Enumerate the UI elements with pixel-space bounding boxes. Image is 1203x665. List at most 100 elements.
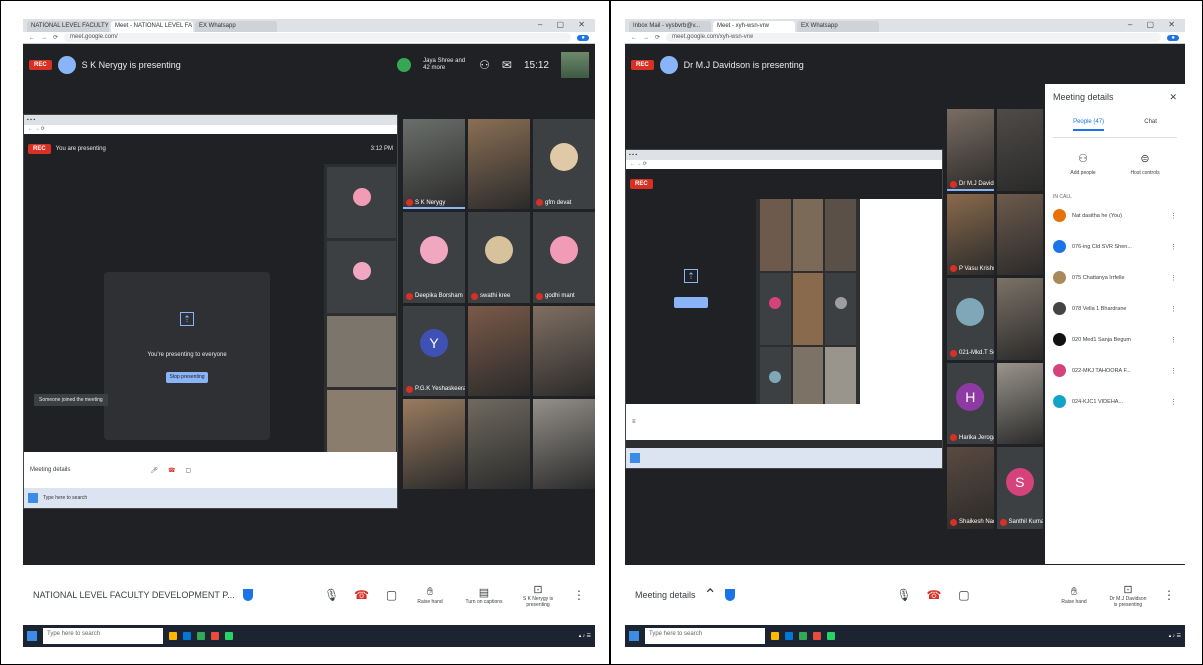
participant-tile[interactable]: P Vasu Krishna xyxy=(947,193,994,276)
host-controls-button[interactable]: ⊜ Host controls xyxy=(1130,152,1159,176)
presenting-button[interactable]: ⊡ Dr M.J Davidson is presenting xyxy=(1109,583,1147,608)
explorer-icon[interactable] xyxy=(169,632,177,640)
participant-tile[interactable] xyxy=(996,109,1043,191)
shared-mic-icon[interactable]: 🎤︎ xyxy=(150,467,158,474)
participant-tile[interactable] xyxy=(996,278,1043,360)
url-field[interactable]: meet.google.com/xyh-wsn-vrw xyxy=(666,33,1162,42)
participant-row[interactable]: 022-MKJ TAHOORA F... ⋮ xyxy=(1053,355,1177,386)
participant-row[interactable]: 078 Vella 1 Bhardrane ⋮ xyxy=(1053,293,1177,324)
more-options-icon[interactable]: ⋮ xyxy=(1170,305,1177,313)
profile-button[interactable]: ● xyxy=(1167,34,1179,41)
mic-icon[interactable]: 🎙︎ xyxy=(321,584,343,606)
edge-icon[interactable] xyxy=(183,632,191,640)
participant-row[interactable]: 020 Med1 Sanja Begum ⋮ xyxy=(1053,324,1177,355)
more-options-icon[interactable]: ⋮ xyxy=(1170,367,1177,375)
shared-camera-icon[interactable]: ▢ xyxy=(185,467,191,474)
shared-end-call-icon[interactable]: ☎ xyxy=(168,467,175,474)
whatsapp-icon[interactable] xyxy=(225,632,233,640)
shield-icon[interactable] xyxy=(242,589,253,601)
shared-meeting-details[interactable]: ≡ xyxy=(632,419,636,425)
chat-icon[interactable]: ✉ xyxy=(502,58,512,72)
whatsapp-icon[interactable] xyxy=(827,632,835,640)
participant-tile[interactable] xyxy=(468,119,530,210)
more-options-icon[interactable]: ⋮ xyxy=(1170,274,1177,282)
people-icon[interactable]: ⚇ xyxy=(479,58,490,72)
browser-tab-active[interactable]: Meet - xyh-wsn-vrw xyxy=(713,21,795,32)
forward-icon[interactable]: → xyxy=(41,35,47,41)
participant-row[interactable]: 076-ing Cld SVR Shen... ⋮ xyxy=(1053,231,1177,262)
windows-icon[interactable] xyxy=(629,631,639,641)
end-call-icon[interactable]: ☎ xyxy=(351,584,373,606)
participant-tile[interactable]: gfm devat xyxy=(533,119,595,210)
close-icon[interactable]: ✕ xyxy=(1169,92,1177,103)
meeting-title[interactable]: NATIONAL LEVEL FACULTY DEVELOPMENT P... xyxy=(33,590,235,600)
stop-presenting-button[interactable]: Stop presenting xyxy=(166,372,208,383)
back-icon[interactable]: ← xyxy=(29,35,35,41)
more-options-icon[interactable]: ⋮ xyxy=(1170,336,1177,344)
raise-hand-button[interactable]: ✋︎ Raise hand xyxy=(411,586,449,605)
participant-row[interactable]: 075 Chattanya Irrfelle ⋮ xyxy=(1053,262,1177,293)
profile-button[interactable]: ● xyxy=(577,34,589,41)
browser-tab[interactable]: NATIONAL LEVEL FACULTY DEV xyxy=(27,21,109,32)
participant-tile[interactable]: H Harika Jeroga... xyxy=(947,362,994,445)
participant-tile[interactable]: 021-Mkd.T Sed... xyxy=(947,278,994,360)
stop-presenting-button[interactable] xyxy=(674,297,708,308)
taskbar-search[interactable]: Type here to search xyxy=(43,628,163,644)
chrome-icon[interactable] xyxy=(799,632,807,640)
camera-icon[interactable]: ▢ xyxy=(953,584,975,606)
more-options-icon[interactable]: ⋮ xyxy=(1170,398,1177,406)
captions-button[interactable]: ▤ Turn on captions xyxy=(465,586,503,605)
shared-search[interactable]: Type here to search xyxy=(43,495,87,501)
participant-tile[interactable] xyxy=(533,305,595,396)
participant-tile[interactable] xyxy=(468,398,530,489)
participant-tile[interactable]: Shaikesh Nadi xyxy=(947,447,994,529)
camera-icon[interactable]: ▢ xyxy=(381,584,403,606)
url-field[interactable]: meet.google.com/ xyxy=(64,33,572,42)
more-options-icon[interactable]: ⋮ xyxy=(1170,212,1177,220)
reload-icon[interactable]: ⟳ xyxy=(655,34,660,41)
edge-icon[interactable] xyxy=(785,632,793,640)
participant-tile[interactable] xyxy=(468,305,530,396)
participant-tile[interactable]: S K Nerygy xyxy=(403,119,465,210)
participant-row[interactable]: Nat dasitha he (You) ⋮ xyxy=(1053,200,1177,231)
participant-tile[interactable]: swathi kree xyxy=(468,212,530,303)
end-call-icon[interactable]: ☎ xyxy=(923,584,945,606)
tab-chat[interactable]: Chat xyxy=(1144,119,1157,131)
participant-tile[interactable]: Dr M.J Davidson xyxy=(947,109,994,191)
more-options-icon[interactable]: ⋮ xyxy=(1170,243,1177,251)
meeting-details-button[interactable]: Meeting details xyxy=(635,590,696,600)
forward-icon[interactable]: → xyxy=(643,35,649,41)
back-icon[interactable]: ← xyxy=(631,35,637,41)
windows-icon[interactable] xyxy=(27,631,37,641)
participant-tile[interactable]: godhi mant xyxy=(533,212,595,303)
participant-tile[interactable] xyxy=(533,398,595,489)
reload-icon[interactable]: ⟳ xyxy=(53,34,58,41)
mic-icon[interactable]: 🎙︎ xyxy=(893,584,915,606)
app-icon[interactable] xyxy=(211,632,219,640)
browser-tab[interactable]: EX Whatsapp xyxy=(797,21,879,32)
raise-hand-button[interactable]: ✋︎ Raise hand xyxy=(1055,586,1093,605)
chrome-icon[interactable] xyxy=(197,632,205,640)
participant-tile[interactable] xyxy=(403,398,465,489)
participant-tile[interactable]: S Santhil Kumar... xyxy=(996,447,1043,529)
windows-icon[interactable] xyxy=(630,453,640,463)
window-controls[interactable]: – ▢ ✕ xyxy=(1128,20,1181,29)
chevron-up-icon[interactable]: ⌃ xyxy=(704,585,717,605)
browser-tab[interactable]: EX Whatsapp xyxy=(195,21,277,32)
window-controls[interactable]: – ▢ ✕ xyxy=(538,20,591,29)
app-icon[interactable] xyxy=(813,632,821,640)
browser-tab-active[interactable]: Meet - NATIONAL LEVEL FA xyxy=(111,21,193,32)
participant-tile[interactable]: Y P.G.K Yeshaskeera xyxy=(403,305,465,396)
participant-tile[interactable] xyxy=(996,362,1043,445)
more-options-icon[interactable]: ⋮ xyxy=(573,588,585,602)
participant-tile[interactable]: Deepika Borsham xyxy=(403,212,465,303)
more-options-icon[interactable]: ⋮ xyxy=(1163,588,1175,602)
presenting-button[interactable]: ⊡ S K Nerygy is presenting xyxy=(519,583,557,608)
shield-icon[interactable] xyxy=(724,589,735,601)
participant-row[interactable]: 024-KJC1 VIDEHA... ⋮ xyxy=(1053,386,1177,417)
add-people-button[interactable]: ⚇ Add people xyxy=(1070,152,1095,176)
windows-icon[interactable] xyxy=(28,493,38,503)
taskbar-search[interactable]: Type here to search xyxy=(645,628,765,644)
browser-tab[interactable]: Inbox Mail - vysbvrb@v... xyxy=(629,21,711,32)
explorer-icon[interactable] xyxy=(771,632,779,640)
